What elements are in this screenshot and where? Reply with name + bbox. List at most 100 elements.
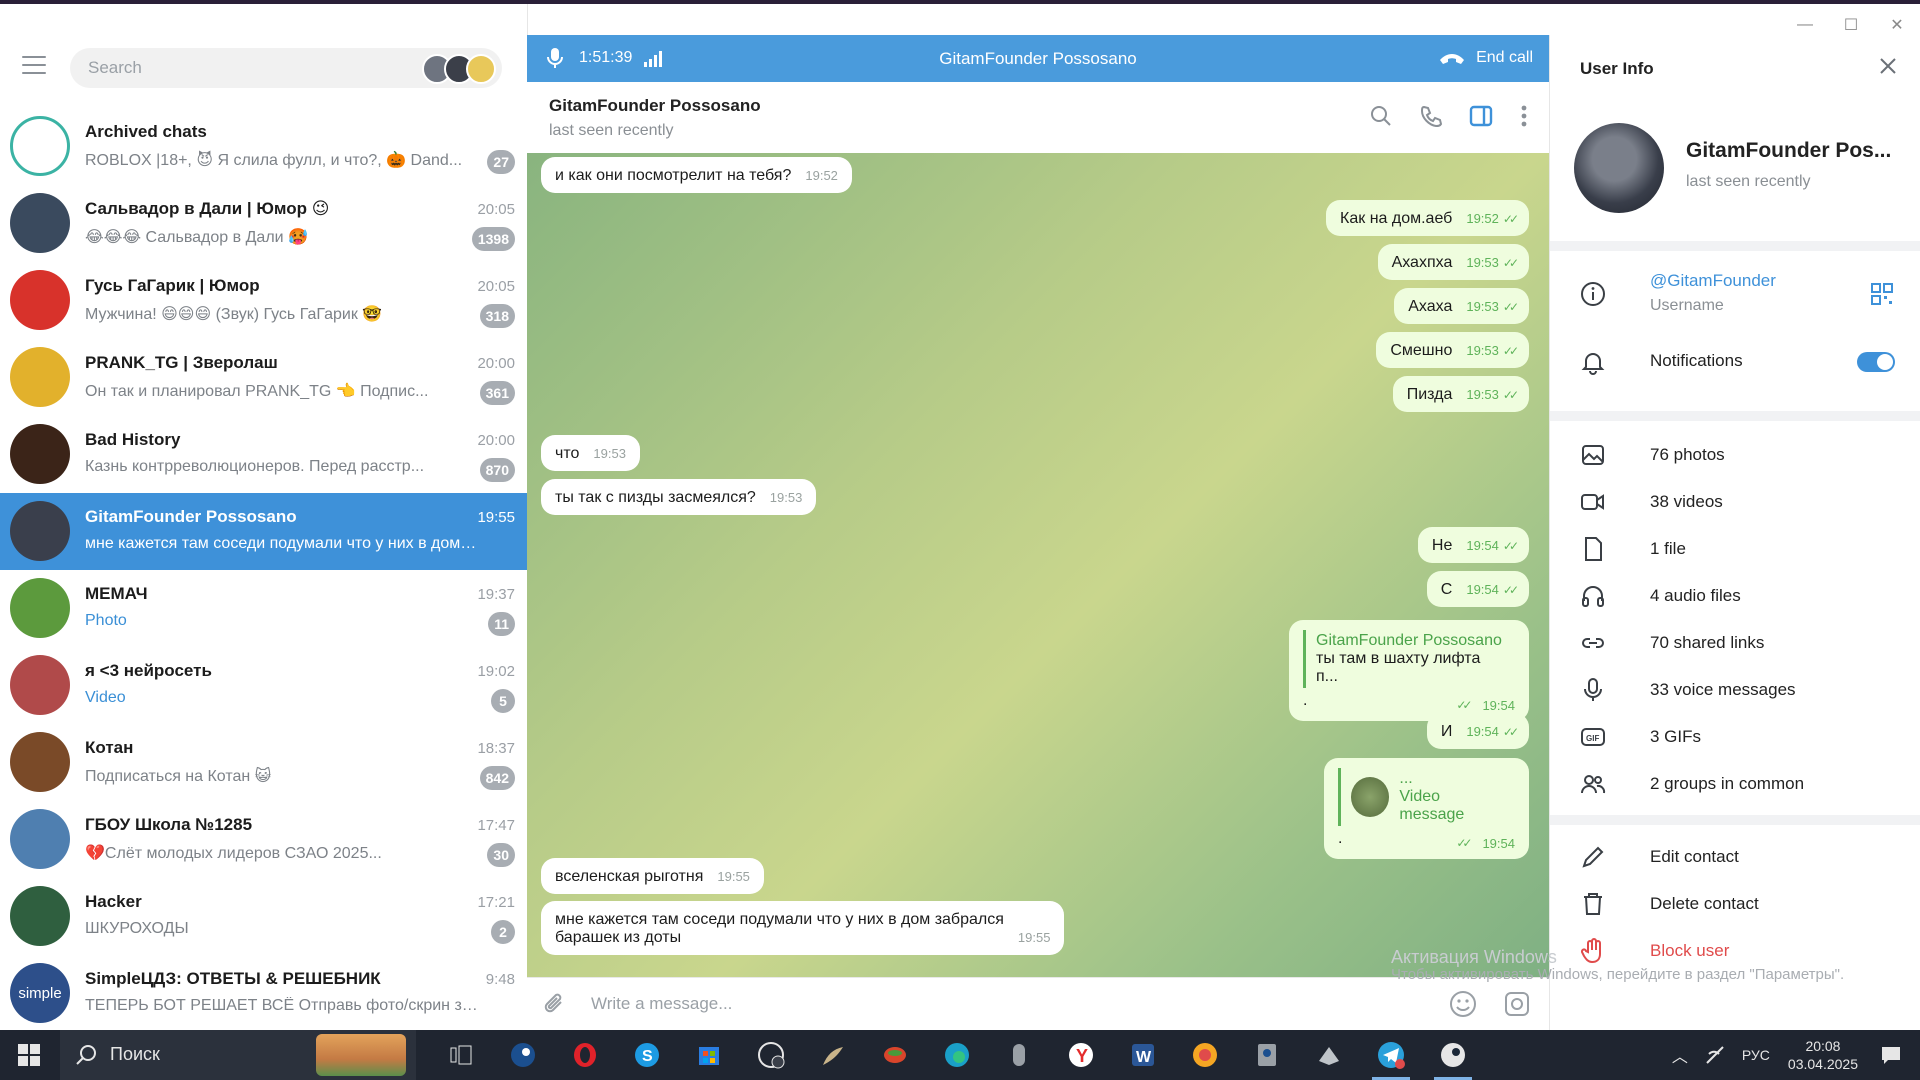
chat-item[interactable]: Bad History 20:00 Казнь контрреволюционеро…: [0, 416, 527, 493]
chat-item[interactable]: Котан 18:37 Подписаться на Котан 😺 842: [0, 724, 527, 801]
emoji-icon[interactable]: [1449, 990, 1477, 1018]
chat-name: GitamFounder Possosano: [85, 507, 297, 526]
maximize-button[interactable]: ☐: [1828, 8, 1874, 42]
video-message-icon[interactable]: [1503, 990, 1531, 1018]
profile-avatar[interactable]: [1574, 123, 1664, 213]
taskbar-search[interactable]: Поиск: [60, 1030, 416, 1080]
music-app-icon[interactable]: [1174, 1030, 1236, 1080]
remote-app-icon[interactable]: [1236, 1030, 1298, 1080]
outgoing-message[interactable]: ... Video message. 19:54 ✓✓: [1324, 758, 1529, 859]
reply-quote[interactable]: ... Video message: [1338, 768, 1515, 826]
chat-item[interactable]: GitamFounder Possosano 19:55 мне кажется т…: [0, 493, 527, 570]
more-options-icon[interactable]: [1519, 104, 1529, 128]
language-indicator[interactable]: РУС: [1742, 1047, 1770, 1063]
store-icon[interactable]: [678, 1030, 740, 1080]
mouse-app-icon[interactable]: [988, 1030, 1050, 1080]
outgoing-message[interactable]: Не 19:54 ✓✓: [1417, 527, 1529, 563]
shared-files-row[interactable]: 1 file: [1550, 527, 1920, 571]
sidebar-toggle-icon[interactable]: [1469, 104, 1493, 128]
incoming-message[interactable]: ты так с пизды засмеялся? 19:53: [541, 479, 817, 515]
outgoing-message[interactable]: Пизда 19:53 ✓✓: [1392, 376, 1529, 412]
close-window-button[interactable]: ✕: [1874, 8, 1920, 42]
chat-item[interactable]: Hacker 17:21 ШКУРОХОДЫ 2: [0, 878, 527, 955]
minimize-button[interactable]: —: [1782, 8, 1828, 42]
files-app-icon[interactable]: [1298, 1030, 1360, 1080]
chat-header[interactable]: GitamFounder Possosano last seen recentl…: [527, 82, 1549, 154]
outgoing-message[interactable]: Смешно 19:53 ✓✓: [1376, 332, 1529, 368]
outgoing-message[interactable]: Ахахпха 19:53 ✓✓: [1377, 244, 1529, 280]
network-icon[interactable]: [1704, 1044, 1726, 1066]
shared-photos-row[interactable]: 76 photos: [1550, 433, 1920, 477]
username-value[interactable]: @GitamFounder: [1650, 271, 1776, 291]
word-icon[interactable]: W: [1112, 1030, 1174, 1080]
shared-links-row[interactable]: 70 shared links: [1550, 621, 1920, 665]
chat-title[interactable]: GitamFounder Possosano: [549, 96, 761, 116]
browser-game-icon[interactable]: [864, 1030, 926, 1080]
shared-videos-row[interactable]: 38 videos: [1550, 480, 1920, 524]
chat-item[interactable]: Archived chats ROBLOX |18+, 😈 Я слила фул…: [0, 108, 527, 185]
steam-running-icon[interactable]: [1422, 1030, 1484, 1080]
chat-avatar: [10, 886, 70, 946]
shared-audio-row[interactable]: 4 audio files: [1550, 574, 1920, 618]
phone-icon[interactable]: [1419, 104, 1443, 128]
telegram-taskbar-icon[interactable]: [1360, 1030, 1422, 1080]
qr-code-icon[interactable]: [1871, 283, 1893, 305]
incoming-message[interactable]: вселенская рыготня 19:55: [541, 858, 764, 894]
username-row[interactable]: @GitamFounder Username: [1550, 261, 1920, 327]
opera-icon[interactable]: [554, 1030, 616, 1080]
incoming-message[interactable]: мне кажется там соседи подумали что у ни…: [541, 901, 1065, 955]
chat-item[interactable]: ГБОУ Школа №1285 17:47 💔Слёт молодых лидер…: [0, 801, 527, 878]
chat-item[interactable]: я <3 нейросеть 19:02 Video 5: [0, 647, 527, 724]
message-text: Пизда: [1406, 386, 1453, 403]
outgoing-message[interactable]: Как на дом.аеб 19:52 ✓✓: [1326, 200, 1529, 236]
chat-item[interactable]: Гусь ГаГарик | Юмор 20:05 Мужчина! 😄😄😄 (Зв…: [0, 262, 527, 339]
notifications-row[interactable]: Notifications: [1550, 337, 1920, 387]
outgoing-message[interactable]: Ахаха 19:53 ✓✓: [1394, 288, 1529, 324]
chevron-up-icon[interactable]: ︿: [1672, 1043, 1688, 1067]
steam-icon[interactable]: [492, 1030, 554, 1080]
unread-badge: 2: [491, 920, 515, 944]
call-contact-name[interactable]: GitamFounder Possosano: [527, 49, 1549, 69]
reply-quote[interactable]: GitamFounder Possosano ты там в шахту лиф…: [1303, 630, 1515, 688]
edge-icon[interactable]: [926, 1030, 988, 1080]
clock[interactable]: 20:08 03.04.2025: [1788, 1037, 1858, 1073]
notification-center-icon[interactable]: [1880, 1044, 1902, 1066]
close-icon[interactable]: [1879, 57, 1897, 75]
chat-item[interactable]: PRANK_TG | Зверолаш 20:00 Он так и планиро…: [0, 339, 527, 416]
shared-voice-row[interactable]: 33 voice messages: [1550, 668, 1920, 712]
whatsapp-icon[interactable]: [740, 1030, 802, 1080]
yandex-icon[interactable]: Y: [1050, 1030, 1112, 1080]
chat-avatar: [10, 116, 70, 176]
unread-badge: 318: [479, 304, 515, 328]
message-area[interactable]: и как они посмотрелит на тебя? 19:52 Как н…: [527, 153, 1549, 977]
search-icon[interactable]: [1369, 104, 1393, 128]
skype-icon[interactable]: S: [616, 1030, 678, 1080]
chat-name: я <3 нейросеть: [85, 661, 212, 680]
end-call-button[interactable]: End call: [1438, 49, 1533, 67]
incoming-message[interactable]: что 19:53: [541, 435, 640, 471]
edit-contact-button[interactable]: Edit contact: [1550, 835, 1920, 879]
incoming-message[interactable]: и как они посмотрелит на тебя? 19:52: [541, 157, 852, 193]
menu-icon[interactable]: [22, 56, 46, 80]
outgoing-message[interactable]: И 19:54 ✓✓: [1426, 713, 1529, 749]
game-icon[interactable]: [802, 1030, 864, 1080]
message-input[interactable]: Write a message...: [591, 994, 732, 1014]
delete-contact-button[interactable]: Delete contact: [1550, 882, 1920, 926]
chat-item[interactable]: Сальвадор в Дали | Юмор 😉 20:05 😂😂😂 Сальва…: [0, 185, 527, 262]
attach-icon[interactable]: [543, 992, 567, 1018]
chat-preview: ROBLOX |18+, 😈 Я слила фулл, и что?, 🎃 D…: [85, 152, 463, 169]
call-bar[interactable]: 1:51:39 GitamFounder Possosano End call: [527, 35, 1549, 82]
chat-item[interactable]: simple SimpleЦДЗ: ОТВЕТЫ & РЕШЕБНИК 9:48 ТЕ…: [0, 955, 527, 1030]
stories-avatars[interactable]: [422, 54, 496, 84]
chat-item[interactable]: МЕМАЧ 19:37 Photo 11: [0, 570, 527, 647]
task-view-icon[interactable]: [430, 1030, 492, 1080]
notifications-toggle[interactable]: [1857, 352, 1895, 372]
outgoing-message[interactable]: С 19:54 ✓✓: [1426, 571, 1529, 607]
search-input[interactable]: Search: [70, 48, 502, 88]
shared-groups-row[interactable]: 2 groups in common: [1550, 762, 1920, 806]
windows-start-icon[interactable]: [18, 1044, 40, 1066]
chat-preview: Подписаться на Котан 😺: [85, 768, 272, 785]
outgoing-message[interactable]: GitamFounder Possosano ты там в шахту лиф…: [1289, 620, 1529, 721]
shared-gifs-row[interactable]: GIF 3 GIFs: [1550, 715, 1920, 759]
chat-time: 19:37: [477, 586, 515, 603]
